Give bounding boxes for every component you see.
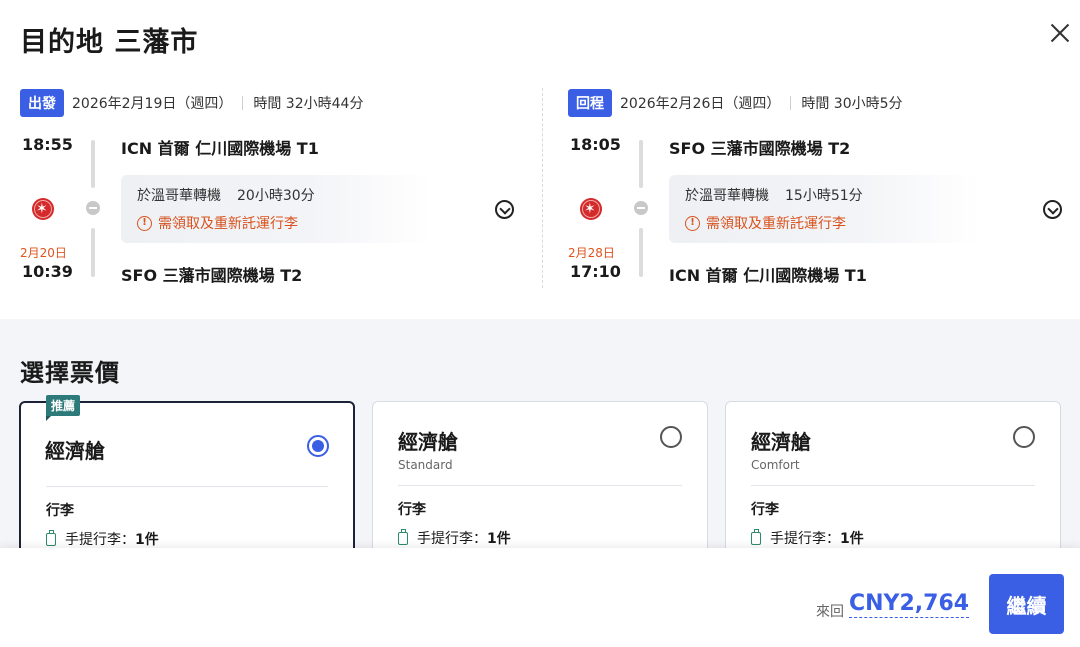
arrive-airport: SFO 三藩市國際機場 T2 — [121, 266, 303, 285]
flight-detail-dialog: 目的地 三藩市 出發 2026年2月19日（週四） 時間 32小時44分 18:… — [0, 0, 1080, 647]
leg-duration: 時間 32小時44分 — [253, 95, 364, 112]
fare-name: 經濟艙 — [751, 430, 811, 454]
fare-name: 經濟艙 — [398, 430, 458, 454]
fare-subtitle: Standard — [398, 458, 453, 472]
leg-duration: 時間 30小時5分 — [801, 95, 903, 112]
leg-date: 2026年2月26日（週四） — [620, 95, 781, 112]
carry-on-label: 手提行李： — [65, 532, 135, 548]
recommended-badge: 推薦 — [46, 395, 81, 421]
layover-box: 於溫哥華轉機 15小時51分 ! 需領取及重新託運行李 — [669, 175, 981, 243]
carry-on-count: 1件 — [487, 531, 511, 547]
carry-on-row: 手提行李： 1件 — [751, 528, 864, 548]
carry-on-count: 1件 — [135, 532, 159, 548]
layover-duration: 15小時51分 — [785, 188, 863, 204]
luggage-icon — [398, 528, 408, 545]
leg-header: 回程 2026年2月26日（週四） 時間 30小時5分 — [568, 88, 903, 117]
round-trip-label: 來回 — [816, 604, 844, 620]
layover-city: 於溫哥華轉機 — [685, 188, 769, 204]
expand-chevron-icon[interactable] — [1043, 200, 1062, 219]
depart-airport: SFO 三藩市國際機場 T2 — [669, 139, 851, 158]
timeline-bottom — [91, 228, 95, 277]
layover-city: 於溫哥華轉機 — [137, 188, 221, 204]
stop-icon — [634, 201, 648, 215]
carry-on-label: 手提行李： — [417, 531, 487, 547]
arrive-date: 2月28日 — [568, 246, 615, 260]
arrive-time: 10:39 — [22, 262, 73, 281]
outbound-leg: 出發 2026年2月19日（週四） 時間 32小時44分 18:55 ICN 首… — [20, 88, 540, 289]
divider — [398, 485, 682, 486]
divider — [46, 486, 328, 487]
leg-tag: 出發 — [20, 88, 64, 117]
depart-airport: ICN 首爾 仁川國際機場 T1 — [121, 139, 319, 158]
total-price[interactable]: CNY2,764 — [849, 591, 970, 618]
fare-subtitle: Comfort — [751, 458, 800, 472]
warning-icon: ! — [137, 215, 152, 231]
luggage-icon — [46, 529, 56, 546]
timeline-top — [91, 140, 95, 188]
carry-on-row: 手提行李： 1件 — [46, 529, 159, 549]
close-icon[interactable] — [1047, 20, 1073, 46]
depart-time: 18:55 — [22, 135, 73, 154]
expand-chevron-icon[interactable] — [495, 200, 514, 219]
layover-box: 於溫哥華轉機 20小時30分 ! 需領取及重新託運行李 — [121, 175, 433, 243]
divider — [751, 485, 1035, 486]
leg-tag: 回程 — [568, 88, 612, 117]
fare-radio[interactable] — [660, 426, 682, 448]
stop-icon — [86, 201, 100, 215]
leg-header: 出發 2026年2月19日（週四） 時間 32小時44分 — [20, 88, 364, 117]
baggage-heading: 行李 — [398, 502, 426, 518]
carry-on-count: 1件 — [840, 531, 864, 547]
timeline-bottom — [639, 228, 643, 277]
baggage-heading: 行李 — [751, 502, 779, 518]
carry-on-label: 手提行李： — [770, 531, 840, 547]
luggage-icon — [751, 528, 761, 545]
footer-bar: 來回 CNY2,764 繼續 — [0, 548, 1080, 647]
fare-name: 經濟艙 — [45, 439, 105, 463]
continue-button[interactable]: 繼續 — [989, 574, 1064, 634]
depart-time: 18:05 — [570, 135, 621, 154]
leg-date: 2026年2月19日（週四） — [72, 95, 233, 112]
arrive-airport: ICN 首爾 仁川國際機場 T1 — [669, 266, 867, 285]
air-canada-logo-icon — [580, 198, 602, 220]
fare-radio[interactable] — [1013, 426, 1035, 448]
separator — [242, 95, 244, 110]
warning-icon: ! — [685, 215, 700, 231]
timeline-top — [639, 140, 643, 188]
separator — [790, 95, 792, 110]
layover-duration: 20小時30分 — [237, 188, 315, 204]
warning-text: 需領取及重新託運行李 — [158, 216, 298, 232]
arrive-time: 17:10 — [570, 262, 621, 281]
warning-text: 需領取及重新託運行李 — [706, 216, 846, 232]
fare-radio[interactable] — [307, 435, 329, 457]
baggage-warning: ! 需領取及重新託運行李 — [685, 213, 981, 233]
fare-section-title: 選擇票價 — [20, 359, 120, 387]
arrive-date: 2月20日 — [20, 246, 67, 260]
baggage-warning: ! 需領取及重新託運行李 — [137, 213, 433, 233]
return-leg: 回程 2026年2月26日（週四） 時間 30小時5分 18:05 SFO 三藩… — [568, 88, 1080, 289]
air-canada-logo-icon — [32, 198, 54, 220]
carry-on-row: 手提行李： 1件 — [398, 528, 511, 548]
page-title: 目的地 三藩市 — [20, 27, 199, 58]
leg-divider — [542, 88, 543, 288]
baggage-heading: 行李 — [46, 503, 74, 519]
